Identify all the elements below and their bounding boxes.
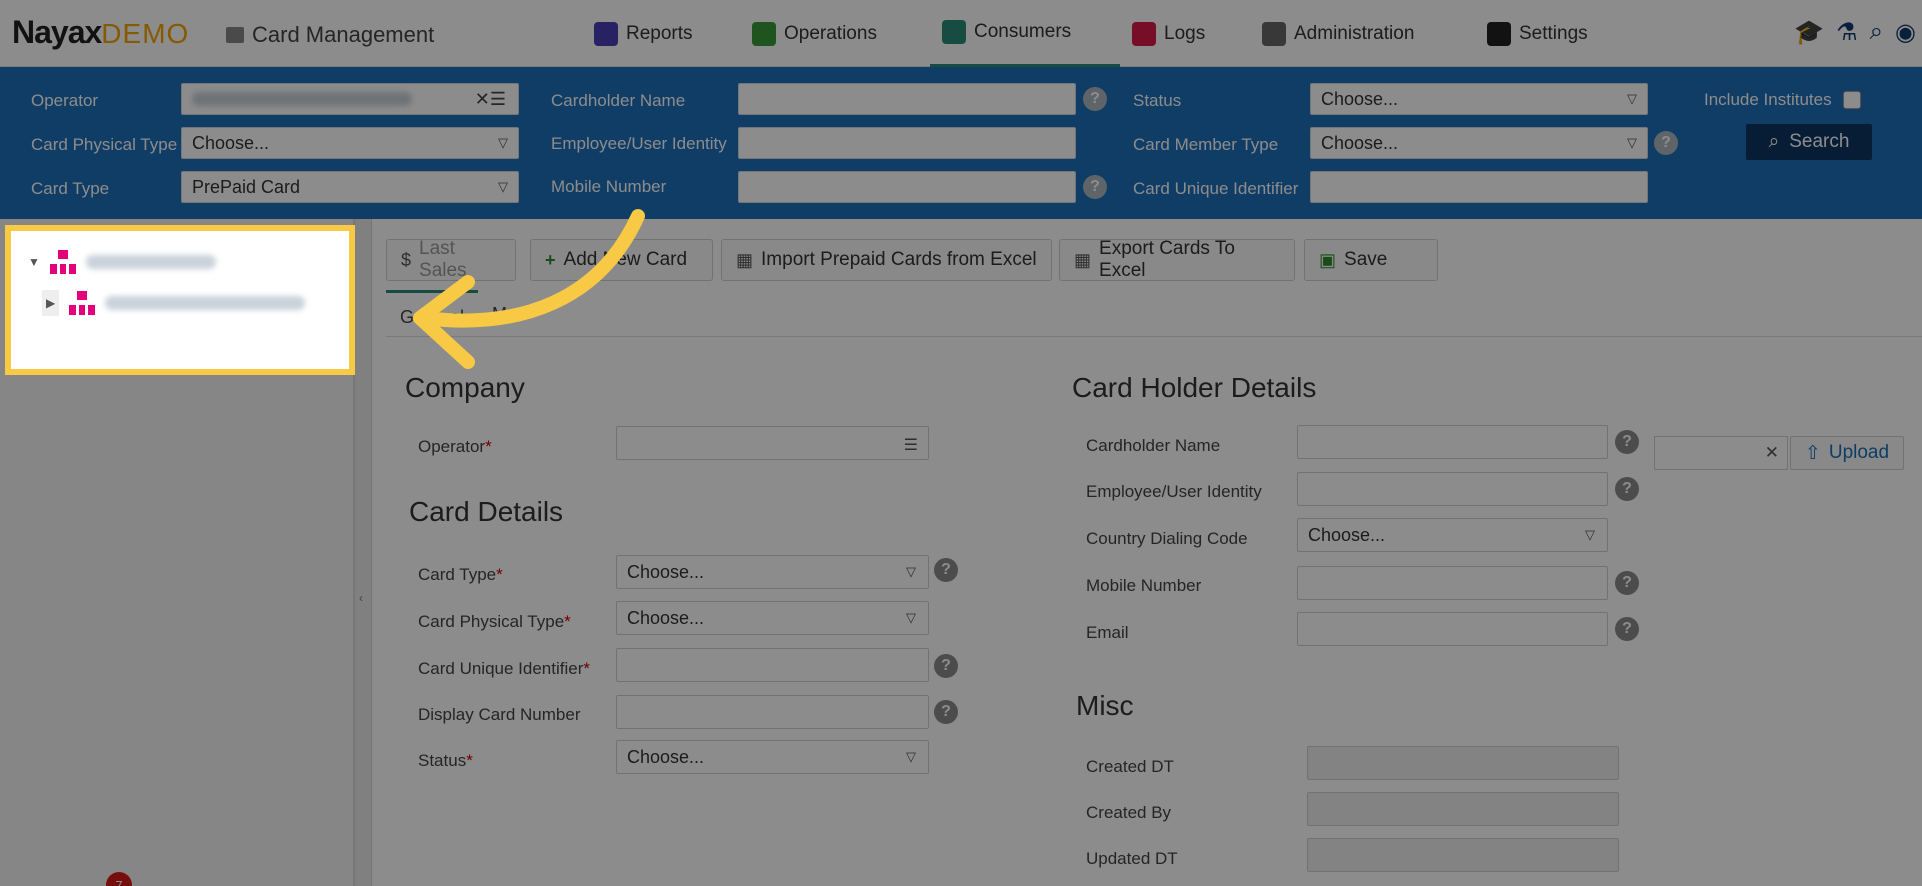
tutorial-arrow (413, 209, 645, 369)
